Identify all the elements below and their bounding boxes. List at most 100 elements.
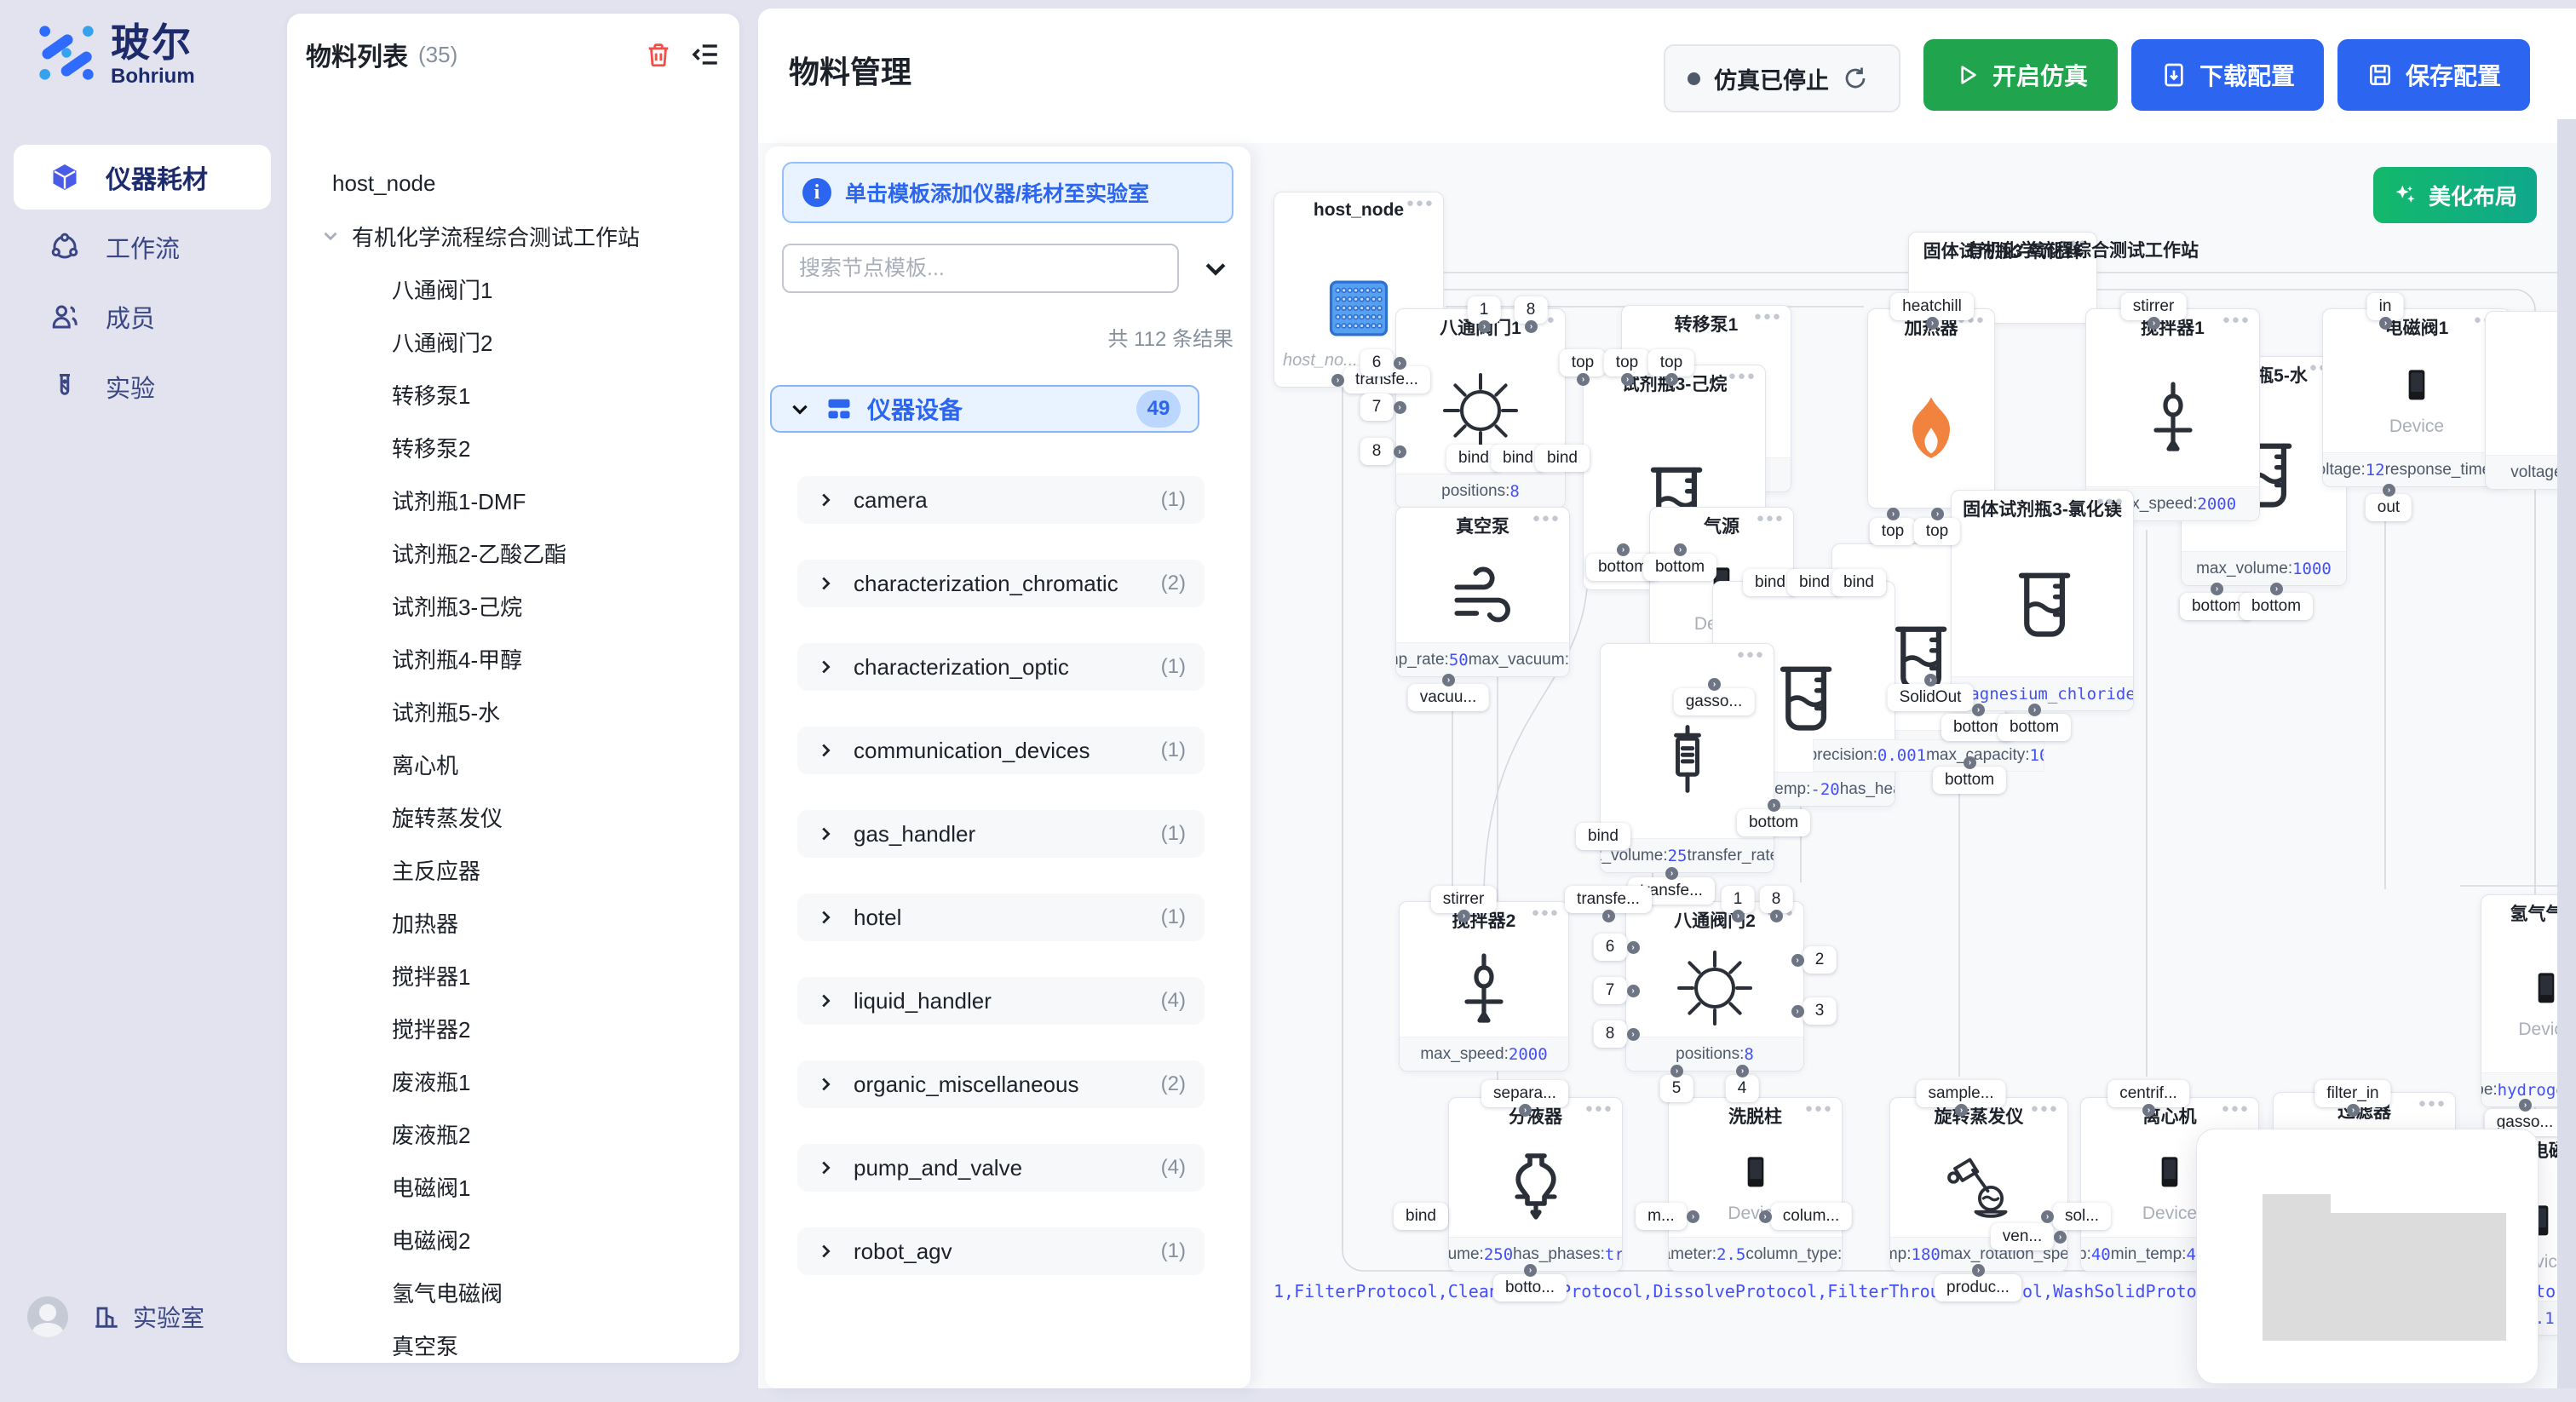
port-dot[interactable]: › (1627, 985, 1640, 997)
node-menu-icon[interactable]: ●●● (2418, 1096, 2447, 1111)
port-dot[interactable]: › (2211, 583, 2223, 595)
node-menu-icon[interactable]: ●●● (2222, 313, 2251, 327)
tree-row[interactable]: 电磁阀2 (287, 1213, 739, 1266)
category-communication_devices[interactable]: communication_devices(1) (797, 727, 1205, 774)
tree-row[interactable]: 试剂瓶4-甲醇 (287, 632, 739, 685)
tree-row[interactable]: 废液瓶2 (287, 1107, 739, 1160)
port-chip[interactable]: bind (1394, 1203, 1448, 1230)
port-chip[interactable]: 6 (1360, 349, 1394, 376)
collapse-panel-icon[interactable] (692, 40, 721, 69)
port-dot[interactable]: › (1621, 373, 1634, 386)
simulation-status[interactable]: 仿真已停止 (1664, 44, 1900, 112)
category-camera[interactable]: camera(1) (797, 476, 1205, 524)
port-chip[interactable]: bottom (1998, 714, 2071, 741)
sidebar-item-1[interactable]: 工作流 (14, 215, 271, 279)
tree-row[interactable]: 试剂瓶1-DMF (287, 474, 739, 526)
node-menu-icon[interactable]: ●●● (1754, 309, 1782, 324)
port-dot[interactable]: › (1665, 867, 1678, 880)
canvas-node[interactable]: 真空泵●●●pump_rate: 50 max_vacuum: 0.1 (1395, 507, 1570, 677)
avatar[interactable] (27, 1296, 68, 1337)
port-dot[interactable]: › (1759, 1210, 1772, 1223)
sidebar-item-lab[interactable]: 实验室 (92, 1300, 204, 1334)
port-dot[interactable]: › (1931, 508, 1944, 520)
tree-row[interactable]: 试剂瓶3-己烷 (287, 579, 739, 632)
port-dot[interactable]: › (2347, 1104, 2360, 1117)
refresh-icon[interactable] (1843, 66, 1868, 91)
category-organic_miscellaneous[interactable]: organic_miscellaneous(2) (797, 1060, 1205, 1108)
port-chip[interactable]: vacuu... (1408, 684, 1489, 711)
canvas-node[interactable]: 固体试剂瓶3-氯化镁●●●agent: magnesium_chloride p… (1951, 490, 2134, 711)
tree-row[interactable]: 废液瓶1 (287, 1054, 739, 1107)
tree-row[interactable]: 八通阀门1 (287, 262, 739, 315)
tree-row[interactable]: 离心机 (287, 738, 739, 790)
port-chip[interactable]: m... (1636, 1203, 1687, 1230)
beautify-layout-button[interactable]: 美化布局 (2373, 167, 2537, 223)
tree-row-workstation[interactable]: 有机化学流程综合测试工作站 (287, 210, 739, 262)
port-dot[interactable]: › (1442, 674, 1455, 687)
port-chip[interactable]: produc... (1935, 1274, 2021, 1301)
canvas-node[interactable]: 八通阀门2●●●positions: 8 (1625, 901, 1804, 1072)
scrollbar-track[interactable] (2557, 119, 2576, 1388)
port-dot[interactable]: › (1736, 1065, 1749, 1077)
tree-row[interactable]: 电磁阀1 (287, 1160, 739, 1213)
trash-icon[interactable] (644, 40, 673, 69)
category-characterization_chromatic[interactable]: characterization_chromatic(2) (797, 560, 1205, 607)
port-dot[interactable]: › (1458, 910, 1470, 922)
canvas-node[interactable]: 加热器●●● (1867, 308, 1995, 509)
port-chip[interactable]: gasso... (1674, 688, 1755, 715)
port-chip[interactable]: bottom (1933, 767, 2006, 794)
port-chip[interactable]: bind (1576, 823, 1630, 850)
port-dot[interactable]: › (1926, 317, 1939, 330)
port-dot[interactable]: › (1732, 910, 1745, 922)
port-chip[interactable]: SolidOut (1888, 684, 1974, 711)
start-simulation-button[interactable]: 开启仿真 (1923, 39, 2118, 111)
port-dot[interactable]: › (1519, 1104, 1532, 1117)
port-chip[interactable]: top (1914, 518, 1960, 545)
port-dot[interactable]: › (1687, 1210, 1699, 1223)
port-dot[interactable]: › (2148, 317, 2160, 330)
canvas-node[interactable]: 搅拌器2●●●max_speed: 2000 (1399, 901, 1569, 1072)
port-chip[interactable]: bottom (2240, 593, 2313, 620)
port-dot[interactable]: › (1972, 704, 1985, 716)
sidebar-item-0[interactable]: 仪器耗材 (14, 145, 271, 210)
port-dot[interactable]: › (1887, 508, 1900, 520)
port-chip[interactable]: 3 (1803, 997, 1837, 1025)
tree-row[interactable]: 试剂瓶5-水 (287, 685, 739, 738)
port-dot[interactable]: › (2270, 583, 2283, 595)
tree-row[interactable]: 真空泵 (287, 1319, 739, 1371)
port-dot[interactable]: › (1770, 910, 1783, 922)
port-chip[interactable]: 6 (1594, 934, 1627, 961)
port-chip[interactable]: bind (1535, 445, 1590, 472)
node-menu-icon[interactable]: ●●● (1737, 647, 1765, 662)
tree-row[interactable]: 主反应器 (287, 843, 739, 896)
tree-row[interactable]: 转移泵2 (287, 421, 739, 474)
port-dot[interactable]: › (1791, 954, 1804, 967)
port-dot[interactable]: › (1674, 543, 1687, 556)
port-chip[interactable]: 5 (1660, 1075, 1693, 1102)
port-dot[interactable]: › (1768, 799, 1780, 812)
node-menu-icon[interactable]: ●●● (1406, 196, 1435, 210)
port-dot[interactable]: › (1670, 1065, 1683, 1077)
tree-row-root[interactable]: host_node (287, 157, 739, 210)
canvas-node[interactable]: 洗脱柱●●●Devicediameter: 2.5 column_type: s… (1668, 1097, 1843, 1272)
canvas-node[interactable]: 电磁阀1●●●Devicevoltage: 12 response_time: … (2322, 308, 2511, 487)
port-chip[interactable]: top (1870, 518, 1916, 545)
category-group-instruments[interactable]: 仪器设备 49 (770, 385, 1199, 433)
category-gas_handler[interactable]: gas_handler(1) (797, 810, 1205, 858)
port-chip[interactable]: colum... (1771, 1203, 1852, 1230)
port-dot[interactable]: › (1394, 401, 1406, 414)
port-chip[interactable]: 2 (1803, 946, 1837, 974)
port-dot[interactable]: › (1627, 1028, 1640, 1041)
port-chip[interactable]: 7 (1360, 394, 1394, 421)
tree-row[interactable]: 转移泵1 (287, 368, 739, 421)
port-dot[interactable]: › (1955, 1104, 1968, 1117)
port-dot[interactable]: › (2054, 1231, 2067, 1244)
port-chip[interactable]: bottom (1643, 554, 1716, 581)
port-chip[interactable]: sol... (2053, 1203, 2111, 1230)
port-chip[interactable]: bottom (1737, 809, 1810, 836)
port-dot[interactable]: › (1924, 674, 1937, 687)
sidebar-item-2[interactable]: 成员 (14, 284, 271, 349)
category-hotel[interactable]: hotel(1) (797, 893, 1205, 941)
save-config-button[interactable]: 保存配置 (2337, 39, 2530, 111)
port-dot[interactable]: › (1331, 374, 1344, 387)
